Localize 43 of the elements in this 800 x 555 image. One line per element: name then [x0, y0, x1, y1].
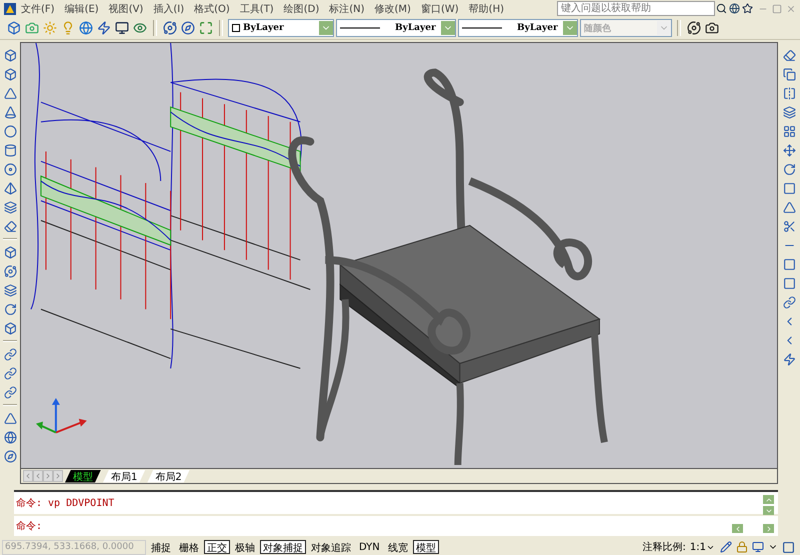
property-dropdown[interactable]: ByLayer	[458, 19, 578, 37]
status-toggle[interactable]: 正交	[204, 540, 230, 554]
line-sample-icon	[462, 26, 502, 30]
menu-item[interactable]: 帮助(H)	[464, 2, 509, 16]
annotation-scale-label: 注释比例:	[642, 540, 686, 554]
status-toggle[interactable]: 对象捕捉	[260, 540, 306, 554]
color-swatch-icon	[232, 24, 240, 32]
property-dropdown[interactable]: ByLayer	[228, 19, 334, 37]
monitor-icon[interactable]	[752, 541, 764, 553]
menu-item[interactable]: 修改(M)	[370, 2, 416, 16]
status-toggle[interactable]: 栅格	[176, 540, 202, 554]
menu-item[interactable]: 工具(T)	[234, 2, 279, 16]
dropdown-value: ByLayer	[395, 23, 436, 33]
ucs-axis-icon	[36, 398, 87, 434]
search-icon[interactable]	[716, 3, 727, 14]
menu-item[interactable]: 插入(I)	[148, 2, 190, 16]
property-dropdown[interactable]: ByLayer	[336, 19, 456, 37]
layout-tab[interactable]: 模型	[65, 470, 101, 482]
dropdown-value: 随颜色	[584, 22, 611, 34]
app-logo-icon	[4, 2, 16, 14]
dropdown-value: ByLayer	[243, 23, 284, 33]
help-search-field[interactable]: 键入问题以获取帮助	[557, 1, 715, 16]
star-icon[interactable]	[742, 3, 753, 14]
layout-tab[interactable]: 布局2	[147, 470, 190, 482]
annotation-scale-dropdown[interactable]: 1:1	[688, 542, 717, 552]
status-toggle[interactable]: 对象追踪	[308, 540, 354, 554]
menu-item[interactable]: 格式(O)	[189, 2, 235, 16]
command-prompt: 命令:	[16, 520, 42, 533]
menu-item[interactable]: 文件(F)	[16, 2, 60, 16]
dropdown-value: ByLayer	[517, 23, 558, 33]
globe-icon[interactable]	[729, 3, 740, 14]
coordinates-readout: 695.7394, 533.1668, 0.0000	[2, 540, 146, 554]
menu-item[interactable]: 编辑(E)	[60, 2, 104, 16]
command-history-line: 命令: vp DDVPOINT	[16, 497, 114, 510]
line-sample-icon	[340, 26, 380, 30]
menu-item[interactable]: 标注(N)	[324, 2, 370, 16]
status-toggle[interactable]: 模型	[412, 540, 439, 554]
menu-item[interactable]: 视图(V)	[104, 2, 148, 16]
lock-icon[interactable]	[736, 541, 748, 553]
menu-item[interactable]: 绘图(D)	[278, 2, 324, 16]
layout-tab[interactable]: 布局1	[103, 470, 146, 482]
drawing-canvas[interactable]	[21, 43, 777, 468]
menu-item[interactable]: 窗口(W)	[416, 2, 464, 16]
